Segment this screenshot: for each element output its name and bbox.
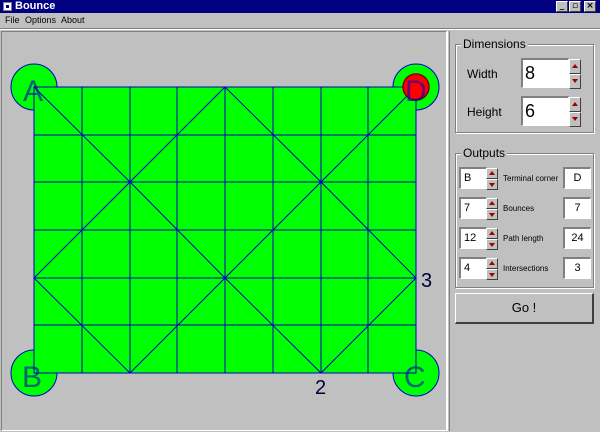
corner-label-d: D: [405, 75, 427, 108]
spin-up[interactable]: [486, 168, 498, 179]
right-edge-label: 3: [421, 270, 432, 292]
height-field[interactable]: 6: [521, 96, 569, 126]
arrow-up-icon: [489, 231, 495, 235]
menu-about[interactable]: About: [61, 13, 85, 28]
menu-divider: [0, 28, 600, 30]
bounces-spinner[interactable]: [486, 198, 498, 220]
arrow-up-icon: [572, 64, 578, 68]
bounce-board[interactable]: A D B C 3 2: [2, 32, 446, 430]
bounces-label: Bounces: [503, 204, 535, 213]
spin-down[interactable]: [486, 209, 498, 220]
dimensions-group-label: Dimensions: [461, 37, 528, 51]
menu-file[interactable]: File: [5, 13, 20, 28]
terminal-corner-spinner[interactable]: [486, 168, 498, 190]
maximize-button[interactable]: ▫: [569, 1, 581, 12]
bounce-window: Bounce _ ▫ × File Options About A D B C …: [0, 0, 600, 432]
close-button[interactable]: ×: [584, 1, 596, 12]
board-panel: A D B C 3 2: [1, 31, 447, 431]
app-icon: [3, 2, 12, 11]
terminal-corner-answer: D: [563, 167, 591, 189]
spin-down[interactable]: [486, 269, 498, 280]
height-spinner[interactable]: [569, 97, 581, 127]
path-length-guess[interactable]: 12: [459, 227, 487, 249]
window-title: Bounce: [15, 0, 56, 12]
minimize-button[interactable]: _: [556, 1, 568, 12]
go-button[interactable]: Go !: [455, 293, 594, 324]
corner-label-b: B: [22, 361, 42, 394]
height-spin-down[interactable]: [569, 112, 581, 127]
path-length-label: Path length: [503, 234, 544, 243]
bounces-answer: 7: [563, 197, 591, 219]
spin-up[interactable]: [486, 228, 498, 239]
outputs-group-label: Outputs: [461, 146, 508, 160]
title-bar: Bounce _ ▫ ×: [0, 0, 600, 13]
path-length-spinner[interactable]: [486, 228, 498, 250]
spin-down[interactable]: [486, 179, 498, 190]
arrow-down-icon: [489, 273, 495, 277]
menu-options[interactable]: Options: [25, 13, 56, 28]
spin-up[interactable]: [486, 258, 498, 269]
arrow-down-icon: [572, 79, 578, 83]
arrow-up-icon: [489, 201, 495, 205]
intersections-answer: 3: [563, 257, 591, 279]
path-length-answer: 24: [563, 227, 591, 249]
bounces-guess[interactable]: 7: [459, 197, 487, 219]
arrow-up-icon: [489, 261, 495, 265]
corner-label-a: A: [23, 75, 43, 108]
arrow-down-icon: [489, 243, 495, 247]
arrow-up-icon: [572, 102, 578, 106]
spin-up[interactable]: [486, 198, 498, 209]
arrow-up-icon: [489, 171, 495, 175]
terminal-corner-label: Terminal corner: [503, 174, 559, 183]
intersections-guess[interactable]: 4: [459, 257, 487, 279]
width-spin-up[interactable]: [569, 59, 581, 74]
intersections-label: Intersections: [503, 264, 549, 273]
bottom-edge-label: 2: [315, 377, 326, 399]
arrow-down-icon: [572, 117, 578, 121]
width-spinner[interactable]: [569, 59, 581, 89]
width-label: Width: [467, 67, 498, 81]
terminal-corner-guess[interactable]: B: [459, 167, 487, 189]
spin-down[interactable]: [486, 239, 498, 250]
width-field[interactable]: 8: [521, 58, 569, 88]
corner-label-c: C: [404, 361, 426, 394]
panel-splitter[interactable]: [447, 31, 450, 431]
arrow-down-icon: [489, 213, 495, 217]
intersections-spinner[interactable]: [486, 258, 498, 280]
height-spin-up[interactable]: [569, 97, 581, 112]
arrow-down-icon: [489, 183, 495, 187]
width-spin-down[interactable]: [569, 74, 581, 89]
menu-bar: File Options About: [0, 13, 600, 28]
height-label: Height: [467, 105, 502, 119]
